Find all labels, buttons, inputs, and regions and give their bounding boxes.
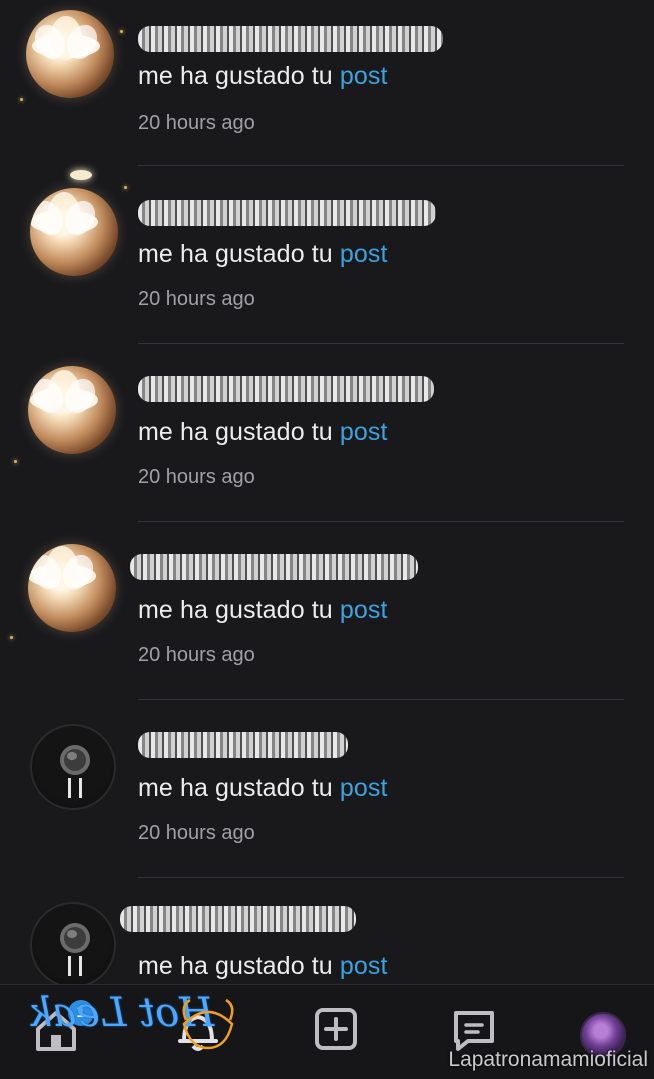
lotus-flower-avatar[interactable] bbox=[28, 366, 116, 454]
notification-item[interactable]: me ha gustado tu post 20 hours ago bbox=[0, 356, 654, 534]
notification-message: me ha gustado tu post bbox=[138, 774, 388, 802]
microphone-avatar[interactable] bbox=[30, 724, 116, 810]
notification-time: 20 hours ago bbox=[138, 288, 255, 310]
sparkle-decoration bbox=[14, 460, 17, 463]
lotus-flower-avatar[interactable] bbox=[26, 10, 114, 98]
notification-message: me ha gustado tu post bbox=[138, 240, 388, 268]
divider bbox=[138, 521, 624, 522]
divider bbox=[138, 165, 624, 166]
divider bbox=[138, 343, 624, 344]
post-link[interactable]: post bbox=[340, 62, 388, 90]
username-redacted[interactable] bbox=[120, 906, 356, 932]
notification-item[interactable]: me ha gustado tu post 20 hours ago bbox=[0, 712, 654, 890]
divider bbox=[138, 699, 624, 700]
notification-item[interactable]: me ha gustado tu post 20 hours ago bbox=[0, 534, 654, 712]
lotus-flower-avatar[interactable] bbox=[28, 544, 116, 632]
username-redacted[interactable] bbox=[138, 376, 434, 402]
lotus-sticker-decoration bbox=[70, 170, 92, 180]
notification-feed[interactable]: me ha gustado tu post 20 hours ago me ha… bbox=[0, 0, 654, 984]
username-redacted[interactable] bbox=[138, 26, 443, 52]
post-link[interactable]: post bbox=[340, 774, 388, 802]
username-redacted[interactable] bbox=[138, 200, 436, 226]
watermark-text: Lapatronamamioficial bbox=[448, 1048, 648, 1071]
notification-item[interactable]: me ha gustado tu post 20 hours ago bbox=[0, 170, 654, 356]
add-post-icon[interactable] bbox=[308, 1001, 364, 1057]
notification-message: me ha gustado tu post bbox=[138, 952, 388, 980]
notification-time: 20 hours ago bbox=[138, 644, 255, 666]
horns-sticker-decoration bbox=[182, 998, 234, 1050]
notification-message: me ha gustado tu post bbox=[138, 418, 388, 446]
notification-time: 20 hours ago bbox=[138, 112, 255, 134]
notification-item[interactable]: me ha gustado tu post 20 hours ago bbox=[0, 0, 654, 178]
notification-time: 20 hours ago bbox=[138, 822, 255, 844]
post-link[interactable]: post bbox=[340, 240, 388, 268]
notification-item[interactable]: me ha gustado tu post bbox=[0, 890, 654, 984]
sparkle-decoration bbox=[124, 186, 127, 189]
post-link[interactable]: post bbox=[340, 952, 388, 980]
lotus-flower-avatar[interactable] bbox=[30, 188, 118, 276]
post-link[interactable]: post bbox=[340, 418, 388, 446]
microphone-avatar[interactable] bbox=[30, 902, 116, 984]
sparkle-decoration bbox=[120, 30, 123, 33]
sparkle-decoration bbox=[20, 98, 23, 101]
username-redacted[interactable] bbox=[130, 554, 418, 580]
notification-message: me ha gustado tu post bbox=[138, 62, 388, 90]
sparkle-decoration bbox=[10, 636, 13, 639]
divider bbox=[138, 877, 624, 878]
post-link[interactable]: post bbox=[340, 596, 388, 624]
notification-time: 20 hours ago bbox=[138, 466, 255, 488]
notifications-screen: me ha gustado tu post 20 hours ago me ha… bbox=[0, 0, 654, 1079]
username-redacted[interactable] bbox=[138, 732, 348, 758]
notification-message: me ha gustado tu post bbox=[138, 596, 388, 624]
